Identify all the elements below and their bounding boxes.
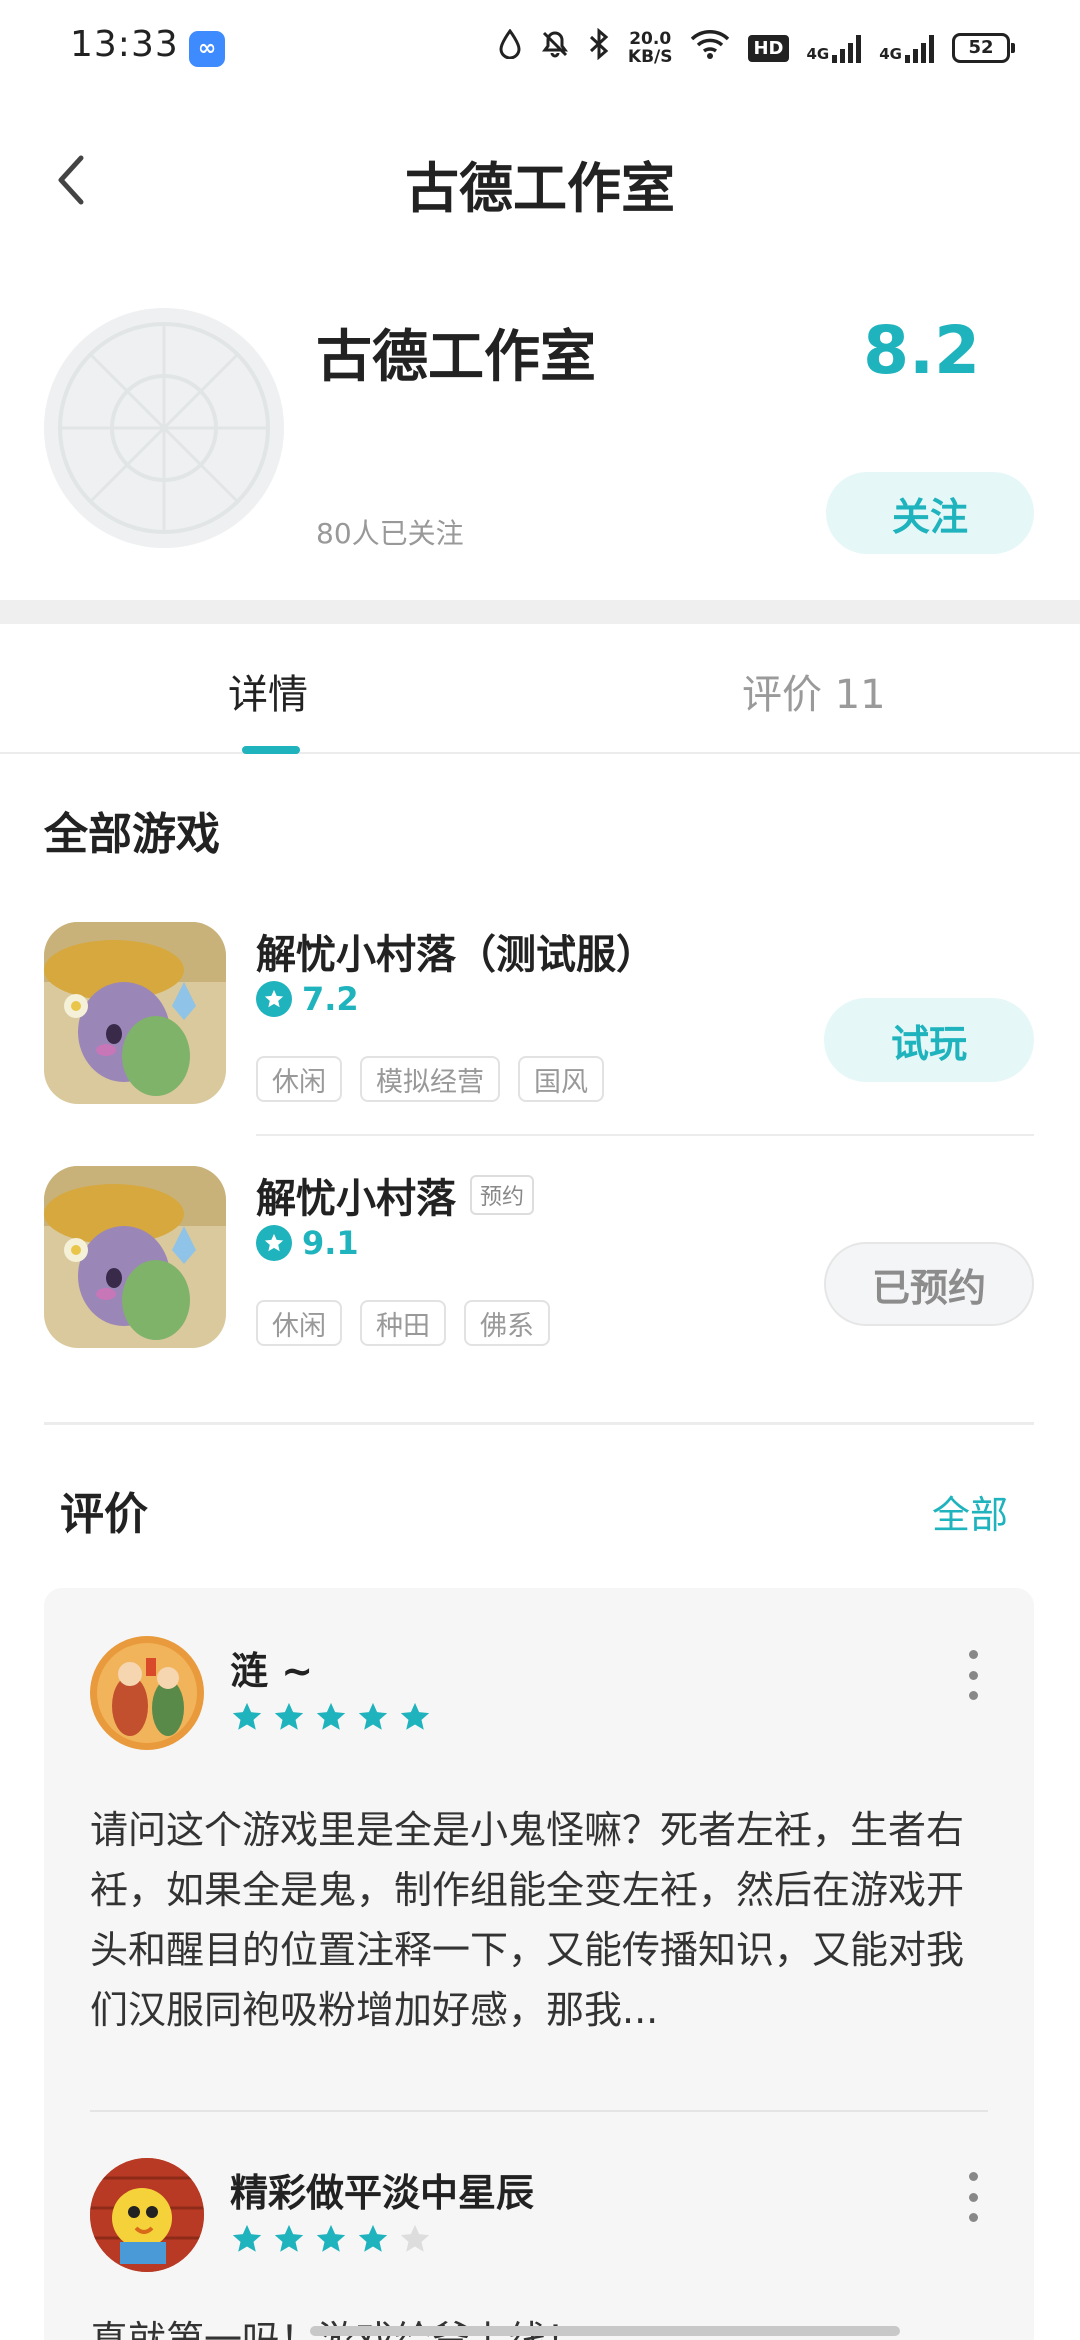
- rating-star-icon: [256, 981, 292, 1017]
- rating-star-icon: [256, 1225, 292, 1261]
- status-time: 13:33: [70, 24, 179, 65]
- tab-reviews[interactable]: 评价 11: [742, 662, 886, 720]
- game-tags: 休闲 模拟经营 国风: [256, 1056, 604, 1102]
- game-tag[interactable]: 佛系: [464, 1300, 550, 1346]
- follower-count: 80人已关注: [316, 517, 464, 550]
- review-stars: [230, 1700, 432, 1734]
- studio-avatar: [44, 308, 284, 548]
- bluetooth-icon: [588, 27, 610, 68]
- section-divider: [44, 1422, 1034, 1425]
- star-empty-icon: [400, 2224, 430, 2252]
- review-stars: [230, 2222, 432, 2256]
- signal-sim2-icon: 4G: [879, 33, 934, 63]
- game-title[interactable]: 解忧小村落 预约: [256, 1166, 535, 1224]
- reviewer-name[interactable]: 精彩做平淡中星辰: [230, 2162, 534, 2217]
- more-options-icon[interactable]: [958, 2172, 988, 2222]
- game-item[interactable]: 解忧小村落 预约 9.1 休闲 种田 佛系 已预约: [44, 1166, 1034, 1350]
- reviews-card: 涟 ~ 请问这个游戏里是全是小鬼怪嘛？死者左衽，生者右衽，如果全是鬼，制作组能全…: [44, 1588, 1034, 2340]
- tab-details[interactable]: 详情: [228, 662, 308, 720]
- star-filled-icon: [274, 1702, 304, 1730]
- star-filled-icon: [232, 2224, 262, 2252]
- game-title-text: 解忧小村落（测试服）: [256, 932, 656, 978]
- star-filled-icon: [358, 2224, 388, 2252]
- tab-bar: 详情 评价 11: [0, 624, 1080, 754]
- star-filled-icon: [316, 1702, 346, 1730]
- placeholder-avatar-icon: [46, 310, 282, 546]
- more-options-icon[interactable]: [958, 1650, 988, 1700]
- star-filled-icon: [274, 2224, 304, 2252]
- wifi-icon: [690, 29, 730, 67]
- trial-play-button[interactable]: 试玩: [824, 998, 1034, 1082]
- game-tag[interactable]: 模拟经营: [360, 1056, 500, 1102]
- studio-score: 8.2: [863, 312, 980, 389]
- studio-name: 古德工作室: [316, 325, 596, 390]
- section-spacer: [0, 600, 1080, 624]
- reserve-badge: 预约: [470, 1175, 535, 1215]
- network-speed-unit: KB/S: [627, 47, 673, 67]
- game-tag[interactable]: 国风: [518, 1056, 604, 1102]
- game-rating: 7.2: [256, 980, 359, 1018]
- games-section-title: 全部游戏: [44, 809, 220, 860]
- game-item[interactable]: 解忧小村落（测试服） 7.2 休闲 模拟经营 国风 试玩: [44, 922, 1034, 1106]
- reviewer-avatar[interactable]: [90, 1636, 204, 1750]
- sim1-network-type: 4G: [806, 45, 830, 63]
- star-filled-icon: [316, 2224, 346, 2252]
- game-tag[interactable]: 休闲: [256, 1056, 342, 1102]
- game-tag[interactable]: 休闲: [256, 1300, 342, 1346]
- hd-voice-icon: HD: [748, 34, 789, 62]
- review-item[interactable]: 精彩做平淡中星辰 真就第一吗！游戏给爷上线！: [90, 2158, 988, 2340]
- star-filled-icon: [232, 1702, 262, 1730]
- follow-button[interactable]: 关注: [826, 472, 1034, 554]
- status-bar: 13:33 ∞ 20.0 KB/S HD 4G 4G 52: [0, 0, 1080, 96]
- review-item[interactable]: 涟 ~ 请问这个游戏里是全是小鬼怪嘛？死者左衽，生者右衽，如果全是鬼，制作组能全…: [90, 1636, 988, 2056]
- reviewer-name[interactable]: 涟 ~: [230, 1640, 313, 1695]
- row-divider: [256, 1134, 1034, 1136]
- top-app-bar: 古德工作室: [0, 120, 1080, 240]
- mute-icon: [540, 29, 570, 67]
- status-icons: 20.0 KB/S HD 4G 4G 52: [498, 24, 1015, 72]
- reviews-section-title: 评价: [60, 1489, 148, 1540]
- game-title[interactable]: 解忧小村落（测试服）: [256, 922, 656, 980]
- all-reviews-link[interactable]: 全部: [932, 1484, 1008, 1539]
- sim2-network-type: 4G: [879, 45, 902, 63]
- active-tab-indicator: [242, 746, 300, 754]
- game-icon[interactable]: [44, 1166, 226, 1348]
- star-filled-icon: [358, 1702, 388, 1730]
- reviewer-avatar[interactable]: [90, 2158, 204, 2272]
- game-rating: 9.1: [256, 1224, 359, 1262]
- game-tag[interactable]: 种田: [360, 1300, 446, 1346]
- network-speed-value: 20.0: [629, 29, 672, 49]
- network-speed: 20.0 KB/S: [628, 30, 673, 66]
- game-tags: 休闲 种田 佛系: [256, 1300, 550, 1346]
- game-title-text: 解忧小村落: [256, 1176, 456, 1222]
- game-icon[interactable]: [44, 922, 226, 1104]
- page-title: 古德工作室: [405, 157, 675, 220]
- game-rating-value: 7.2: [302, 980, 359, 1018]
- home-indicator[interactable]: [310, 2326, 900, 2336]
- signal-sim1-icon: 4G: [807, 33, 862, 63]
- app-notification-icon: ∞: [189, 31, 225, 67]
- game-rating-value: 9.1: [302, 1224, 359, 1262]
- data-saver-icon: [498, 28, 522, 67]
- reserved-button[interactable]: 已预约: [824, 1242, 1034, 1326]
- review-divider: [90, 2110, 988, 2112]
- battery-icon: 52: [952, 33, 1015, 63]
- review-text[interactable]: 请问这个游戏里是全是小鬼怪嘛？死者左衽，生者右衽，如果全是鬼，制作组能全变左衽，…: [90, 1800, 988, 2040]
- star-filled-icon: [400, 1702, 430, 1730]
